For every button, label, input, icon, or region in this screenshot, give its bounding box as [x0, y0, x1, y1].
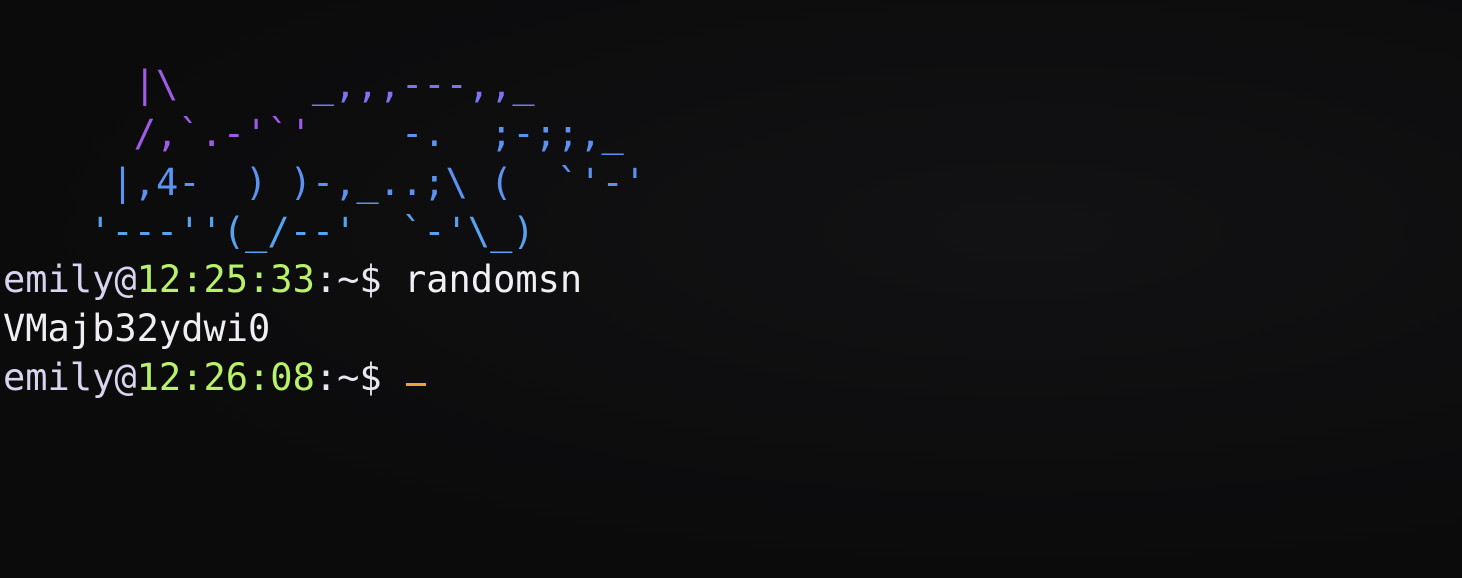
command-output: VMajb32ydwi0: [3, 307, 271, 350]
ascii-art-line: |\ _,,,---,,_: [133, 63, 535, 106]
prompt-path: :~$: [314, 258, 404, 301]
prompt-user: emily@: [3, 356, 137, 399]
ascii-art-line: /,`.-'`' -. ;-;;,_: [133, 112, 624, 155]
active-prompt-line[interactable]: emily@12:26:08:~$: [3, 353, 582, 402]
prompt-time: 12:26:08: [136, 356, 315, 399]
prompt-user: emily@: [3, 258, 137, 301]
prompt-line: emily@12:25:33:~$ randomsn: [3, 255, 582, 304]
prompt-time: 12:25:33: [136, 258, 315, 301]
terminal-output: emily@12:25:33:~$ randomsn VMajb32ydwi0 …: [3, 255, 582, 402]
ascii-art-cat: |\ _,,,---,,_ /,`.-'`' -. ;-;;,_ |,4- ) …: [0, 60, 646, 256]
terminal-window[interactable]: |\ _,,,---,,_ /,`.-'`' -. ;-;;,_ |,4- ) …: [0, 0, 1462, 578]
ascii-art-line: |,4- ) )-,_..;\ ( `'-': [111, 161, 647, 204]
text-cursor: [405, 383, 426, 386]
command-text: randomsn: [403, 258, 583, 301]
prompt-path: :~$: [314, 356, 404, 399]
ascii-art-line: '---''(_/--' `-'\_): [89, 210, 535, 253]
